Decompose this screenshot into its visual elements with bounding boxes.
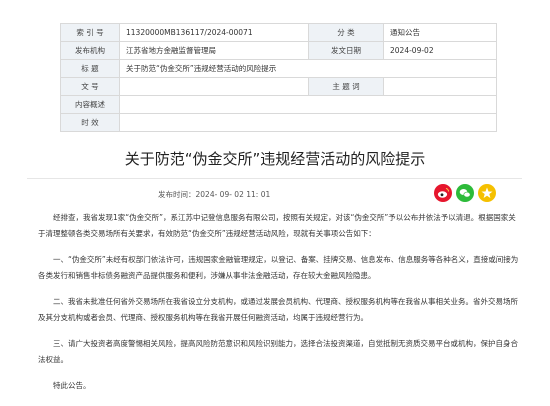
meta-row-issuer: 发布机构 江苏省地方金融监督管理局 发文日期 2024-09-02 <box>60 41 497 60</box>
title-label: 标 题 <box>60 59 120 78</box>
summary-label: 内容概述 <box>60 95 120 114</box>
meta-row-docno: 文 号 主 题 词 <box>60 77 497 96</box>
title-value: 关于防范“伪金交所”违规经营活动的风险提示 <box>119 59 497 78</box>
docno-value <box>119 77 309 96</box>
paragraph-3: 三、请广大投资者高度警惕相关风险，提高风险防范意识和风险识别能力，选择合法投资渠… <box>38 339 518 364</box>
paragraph-intro: 经排查，我省发现1家“伪金交所”，系江苏中记登信息服务有限公司，按照有关规定，对… <box>38 213 516 238</box>
paragraph-2: 二、我省未批准任何省外交易场所在我省设立分支机构，或通过发展会员机构、代理商、授… <box>38 297 518 322</box>
paragraph-1: 一、“伪金交所”未经有权部门依法许可，违规国家金融管理规定，以登记、备案、挂牌交… <box>38 255 519 280</box>
category-value: 通知公告 <box>383 23 497 42</box>
index-value: 11320000MB136117/2024-00071 <box>119 23 309 42</box>
paragraph-closing: 特此公告。 <box>53 381 91 390</box>
qzone-share-icon[interactable] <box>478 184 496 202</box>
meta-row-index: 索 引 号 11320000MB136117/2024-00071 分 类 通知… <box>60 23 497 42</box>
date-label: 发文日期 <box>308 41 384 60</box>
index-label: 索 引 号 <box>60 23 120 42</box>
meta-row-summary: 内容概述 <box>60 95 497 114</box>
page: 索 引 号 11320000MB136117/2024-00071 分 类 通知… <box>0 0 550 406</box>
title-divider <box>27 178 522 179</box>
wechat-share-icon[interactable] <box>456 184 474 202</box>
docno-label: 文 号 <box>60 77 120 96</box>
issuer-value: 江苏省地方金融监督管理局 <box>119 41 309 60</box>
weibo-share-icon[interactable] <box>434 184 452 202</box>
keywords-label: 主 题 词 <box>308 77 384 96</box>
meta-row-title: 标 题 关于防范“伪金交所”违规经营活动的风险提示 <box>60 59 497 78</box>
meta-row-timeliness: 时 效 <box>60 113 497 132</box>
issuer-label: 发布机构 <box>60 41 120 60</box>
timeliness-label: 时 效 <box>60 113 120 132</box>
date-value: 2024-09-02 <box>383 41 497 60</box>
category-label: 分 类 <box>308 23 384 42</box>
publish-time: 发布时间：2024- 09- 02 11: 01 <box>158 190 271 199</box>
summary-value <box>119 95 497 114</box>
keywords-value <box>383 77 497 96</box>
timeliness-value <box>119 113 497 132</box>
metadata-table: 索 引 号 11320000MB136117/2024-00071 分 类 通知… <box>60 23 497 132</box>
article-body: 经排查，我省发现1家“伪金交所”，系江苏中记登信息服务有限公司，按照有关规定，对… <box>38 210 520 404</box>
article-title: 关于防范“伪金交所”违规经营活动的风险提示 <box>124 150 426 168</box>
